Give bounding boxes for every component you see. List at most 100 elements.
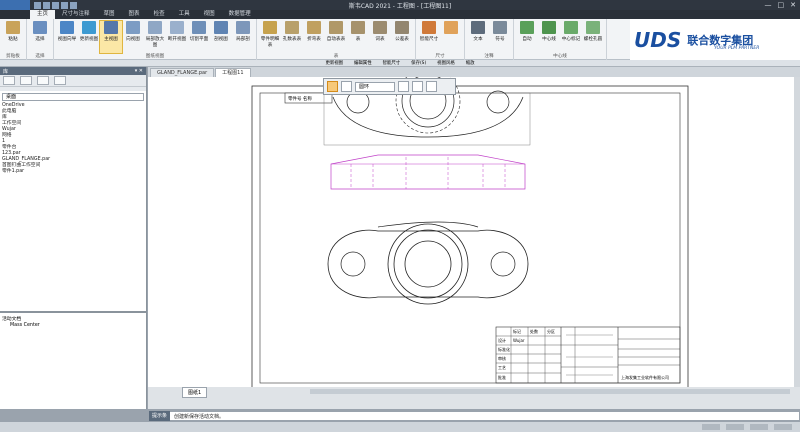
hole-table-icon: [285, 21, 299, 34]
broken-view-button[interactable]: 断开视图: [166, 21, 188, 53]
maximize-button[interactable]: □: [778, 1, 785, 9]
tb-label-count: 处数: [530, 328, 538, 334]
tree-item[interactable]: Mass Center: [2, 323, 40, 329]
tb-design: 设计: [498, 337, 506, 343]
select-view-icon[interactable]: [327, 81, 338, 92]
paste-button[interactable]: 粘贴: [2, 21, 24, 53]
symbol-icon: [493, 21, 507, 34]
symbol-button[interactable]: 符号: [489, 21, 511, 53]
vertical-scrollbar[interactable]: [794, 77, 800, 387]
update-views-button[interactable]: 更新视图: [78, 21, 100, 53]
strip-update-views[interactable]: 更新视图: [322, 60, 346, 66]
vocab-table-button[interactable]: 词表: [369, 21, 391, 53]
status-indicator-2[interactable]: [726, 424, 744, 430]
status-bar: [0, 421, 800, 432]
dimension-icon: [422, 21, 436, 34]
table-button[interactable]: 表: [347, 21, 369, 53]
grid-view-icon[interactable]: [341, 81, 352, 92]
group-label: 剪贴板: [6, 54, 20, 59]
tb-standard: 标准化: [498, 346, 510, 352]
tab-inspect[interactable]: 检查: [147, 10, 172, 19]
bolt-circle-button[interactable]: 螺栓孔圆: [582, 21, 604, 53]
scale-icon[interactable]: [398, 81, 409, 92]
tree-item[interactable]: 零件1.par: [2, 169, 146, 175]
pane-toolbar: [0, 75, 146, 87]
status-indicator-1[interactable]: [702, 424, 720, 430]
centerline-button[interactable]: 中心线: [538, 21, 560, 53]
side-view[interactable]: [330, 154, 526, 190]
doc-tab-gland-flange[interactable]: GLAND_FLANGE.par: [150, 68, 215, 77]
status-indicator-3[interactable]: [750, 424, 768, 430]
window-title: 斯韦CAD 2021 - 工程图 - [工程图11]: [348, 2, 452, 10]
tab-charts[interactable]: 图表: [122, 10, 147, 19]
center-mark-button[interactable]: 中心标记: [560, 21, 582, 53]
group-label: 注释: [484, 54, 494, 59]
group-dimensions: 智能尺寸 尺寸: [416, 19, 465, 60]
tb-company: 上海发集工业软件有限公司: [621, 374, 669, 380]
library-pane: 库 ▾ ✕ 桌面 OneDrive 此电脑 库 工作空间 Wujar 网络 1 …: [0, 67, 147, 409]
tab-annotation[interactable]: 尺寸与注释: [55, 10, 97, 19]
hole-table-button[interactable]: 孔数表表: [281, 21, 303, 53]
folder-tree: OneDrive 此电脑 库 工作空间 Wujar 网络 1 零件台 123.p…: [0, 103, 146, 175]
table-icon: [263, 21, 277, 34]
cutting-plane-button[interactable]: 切割平面: [188, 21, 210, 53]
pin-icon[interactable]: ▾ ✕: [135, 68, 143, 74]
bend-table-button[interactable]: 折弯表: [303, 21, 325, 53]
brand-logo: UDS: [634, 27, 682, 52]
pane-tool-4[interactable]: [54, 76, 66, 85]
prompt-label: 提示条: [149, 411, 171, 421]
view-command-bar: 圆环: [323, 78, 456, 95]
auto-center-icon: [520, 21, 534, 34]
tolerance-table-button[interactable]: 公差表: [391, 21, 413, 53]
doc-tab-drawing[interactable]: 工程图11: [215, 68, 251, 77]
horizontal-scrollbar[interactable]: [310, 389, 790, 394]
close-button[interactable]: ✕: [790, 1, 796, 9]
tab-tools[interactable]: 工具: [172, 10, 197, 19]
auto-centerline-button[interactable]: 自动: [516, 21, 538, 53]
drawing-canvas[interactable]: 零件号 名称 标记 处数 分区 设计 Wujar 标准化 审核 工艺 批准 上海…: [148, 68, 794, 394]
pane-tool-1[interactable]: [3, 76, 15, 85]
style-dropdown[interactable]: 圆环: [355, 81, 395, 92]
command-strip: 更新视图 编辑属性 智能尺寸 保存(S) 视图风格 缩放: [0, 60, 800, 67]
dim-small-button[interactable]: [440, 21, 462, 53]
minimize-button[interactable]: —: [765, 1, 772, 9]
section-view-icon: [214, 21, 228, 34]
principal-view-icon: [104, 21, 118, 34]
tab-sketch[interactable]: 草图: [97, 10, 122, 19]
pane-tool-3[interactable]: [37, 76, 49, 85]
drawing-sheet: 零件号 名称 标记 处数 分区 设计 Wujar 标准化 审核 工艺 批准 上海…: [251, 68, 689, 394]
pane-splitter[interactable]: [0, 311, 146, 313]
front-view[interactable]: [327, 221, 529, 305]
text-button[interactable]: 文本: [467, 21, 489, 53]
view-wizard-button[interactable]: 视图向导: [56, 21, 78, 53]
strip-zoom[interactable]: 缩放: [463, 60, 478, 66]
tab-home[interactable]: 主页: [30, 10, 56, 19]
strip-save[interactable]: 保存(S): [408, 60, 429, 66]
tab-view[interactable]: 视图: [197, 10, 222, 19]
location-select[interactable]: 桌面: [2, 93, 144, 101]
auto-table-button[interactable]: 自动表表: [325, 21, 347, 53]
sheet-tab-1[interactable]: 图纸1: [182, 387, 208, 398]
smart-dimension-button[interactable]: 智能尺寸: [418, 21, 440, 53]
cube-icon[interactable]: [412, 81, 423, 92]
broken-out-icon: [236, 21, 250, 34]
broken-out-button[interactable]: 局部剖: [232, 21, 254, 53]
strip-view-style[interactable]: 视图风格: [434, 60, 458, 66]
strip-smart-dim[interactable]: 智能尺寸: [380, 60, 404, 66]
parts-list-button[interactable]: 零件明细表: [259, 21, 281, 53]
brand-tagline: YOUR PLM PARTNER: [714, 46, 760, 51]
bolt-circle-icon: [586, 21, 600, 34]
tab-data-management[interactable]: 数据管理: [222, 10, 258, 19]
select-button[interactable]: 选择: [29, 21, 51, 53]
section-view-button[interactable]: 剖视图: [210, 21, 232, 53]
zoom-slider[interactable]: [774, 424, 792, 430]
principal-view-button[interactable]: 主视图: [99, 20, 123, 54]
strip-edit-props[interactable]: 编辑属性: [351, 60, 375, 66]
aux-view-button[interactable]: 向视图: [122, 21, 144, 53]
pane-tool-2[interactable]: [20, 76, 32, 85]
aux-view-icon: [126, 21, 140, 34]
shaded-cube-icon[interactable]: [426, 81, 437, 92]
detail-view-button[interactable]: 局部放大图: [144, 21, 166, 53]
angle-icon: [444, 21, 458, 34]
group-label: 图纸视图: [145, 54, 165, 59]
